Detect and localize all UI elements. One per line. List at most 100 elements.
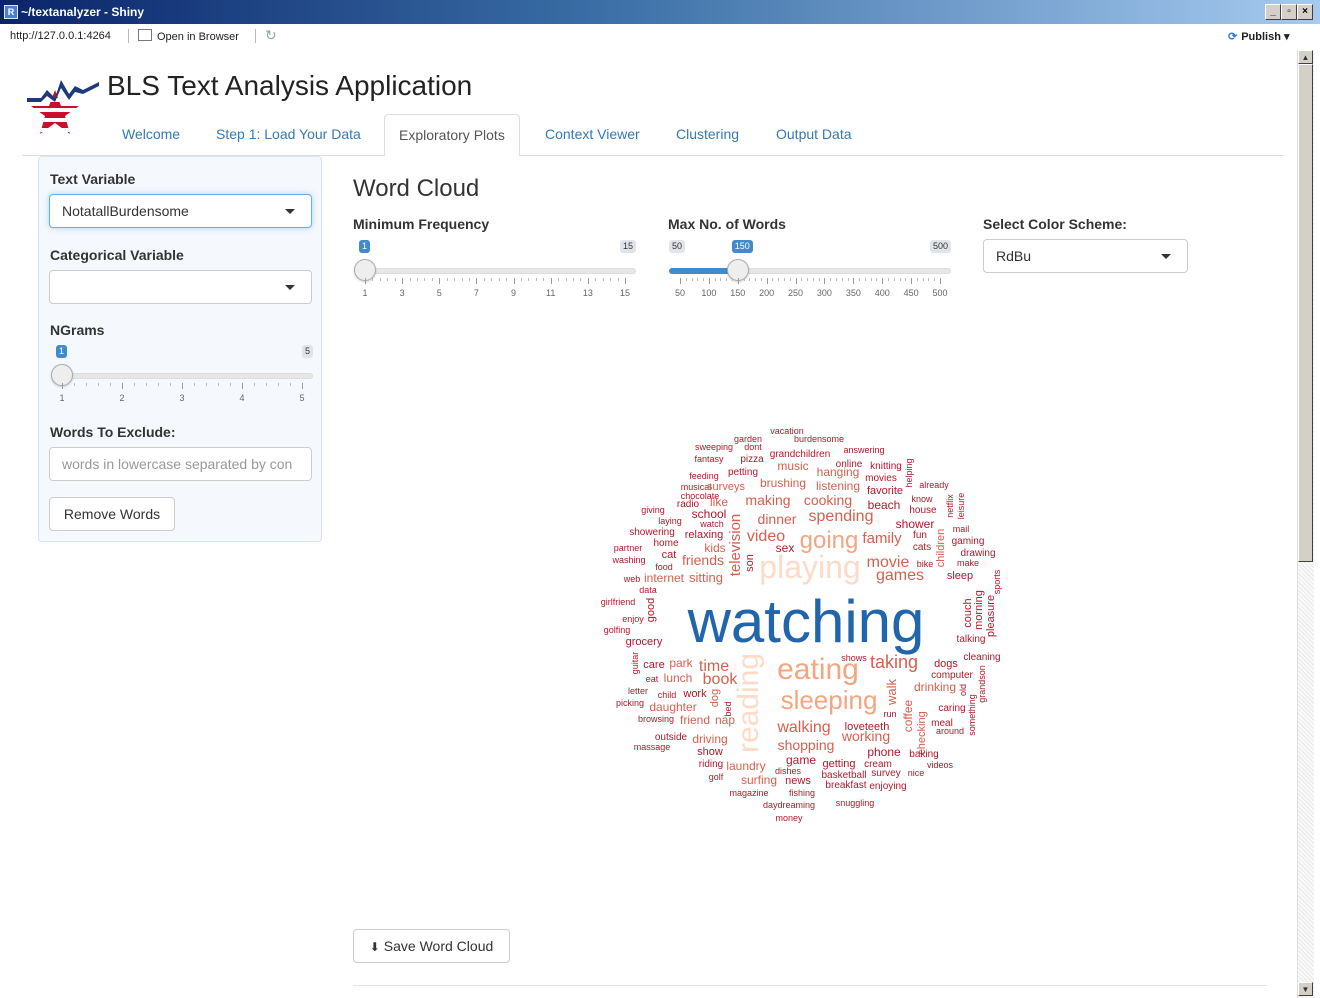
scroll-down-arrow[interactable]: ▼	[1298, 982, 1313, 996]
slider-tick	[882, 278, 884, 284]
ngrams-label: NGrams	[50, 322, 105, 338]
slider-tick	[766, 278, 768, 284]
scroll-up-arrow[interactable]: ▲	[1298, 50, 1313, 64]
refresh-icon[interactable]: ↻	[265, 27, 277, 44]
maximize-button[interactable]: ▫	[1281, 4, 1297, 20]
tab-clustering[interactable]: Clustering	[662, 114, 753, 154]
slider-tick	[587, 278, 589, 284]
slider-minor-tick	[206, 383, 207, 386]
slider-tick-label: 50	[674, 288, 686, 298]
tab-output-data[interactable]: Output Data	[762, 114, 866, 154]
slider-minor-tick	[905, 278, 907, 281]
word-cloud-word: guitar	[630, 652, 640, 675]
slider-tick-label: 100	[701, 288, 717, 298]
window-titlebar: R ~/textanalyzer - Shiny _ ▫ ×	[0, 0, 1320, 24]
slider-value-label: 150	[731, 240, 753, 253]
slider-tick-label: 250	[788, 288, 804, 298]
slider-minor-tick	[469, 278, 470, 281]
word-cloud-word: surfing	[741, 773, 777, 787]
max-words-slider[interactable]: 50 500 150 50 100 150 200 250 300 350 400 450 500	[669, 240, 951, 300]
slider-minor-tick	[760, 278, 762, 281]
slider-tick	[242, 383, 243, 389]
slider-tick	[625, 278, 626, 284]
word-cloud-word: friends	[682, 552, 724, 568]
slider-track	[354, 268, 636, 274]
word-cloud-word: dog	[709, 689, 721, 707]
categorical-variable-select[interactable]	[49, 270, 312, 304]
max-words-label: Max No. of Words	[668, 216, 786, 232]
slider-minor-tick	[772, 278, 774, 281]
slider-minor-tick	[483, 278, 485, 281]
color-scheme-select[interactable]: RdBu	[983, 239, 1188, 273]
slider-minor-tick	[841, 278, 843, 281]
word-cloud-word: already	[919, 480, 949, 490]
slider-tick-label: 2	[119, 393, 125, 403]
word-cloud-word: lunch	[664, 671, 693, 685]
slider-tick	[62, 383, 63, 389]
slider-minor-tick	[454, 278, 456, 281]
slider-minor-tick	[498, 278, 500, 281]
slider-minor-tick	[491, 278, 493, 281]
slider-minor-tick	[807, 278, 809, 281]
slider-minor-tick	[697, 278, 699, 281]
slider-minor-tick	[922, 278, 924, 281]
slider-tick-label: 13	[582, 288, 593, 298]
word-cloud-word: coffee	[901, 699, 915, 732]
slider-tick-label: 400	[874, 288, 890, 298]
vertical-scrollbar[interactable]: ▲ ▼	[1297, 50, 1314, 998]
word-cloud-word: sitting	[689, 570, 723, 585]
slider-value-label: 1	[56, 345, 68, 358]
slider-minor-tick	[394, 278, 396, 281]
word-cloud-word: giving	[641, 505, 665, 515]
slider-minor-tick	[870, 278, 872, 281]
save-word-cloud-button[interactable]: ⬇ Save Word Cloud	[353, 929, 510, 963]
main-tabs: Welcome Step 1: Load Your Data Explorato…	[22, 114, 1283, 156]
slider-tick	[737, 278, 739, 284]
slider-track	[51, 373, 313, 379]
slider-max-label: 500	[929, 240, 951, 253]
word-cloud-word: petting	[728, 467, 758, 478]
color-scheme-value: RdBu	[996, 248, 1032, 264]
slider-minor-tick	[535, 278, 537, 281]
word-cloud-word: baking	[909, 749, 938, 760]
word-cloud-word: mail	[953, 524, 970, 534]
word-cloud-word: caring	[938, 703, 965, 714]
slider-minor-tick	[379, 278, 381, 281]
scroll-thumb[interactable]	[1298, 64, 1313, 562]
remove-words-button[interactable]: Remove Words	[49, 497, 175, 531]
browser-icon	[138, 29, 152, 41]
word-cloud-word: child	[658, 690, 677, 700]
publish-button[interactable]: ⟳ Publish ▾	[1228, 30, 1290, 43]
slider-tick	[182, 383, 183, 389]
slider-minor-tick	[876, 278, 878, 281]
slider-minor-tick	[789, 278, 791, 281]
word-cloud-word: music	[777, 459, 808, 473]
slider-minor-tick	[580, 278, 582, 281]
close-button[interactable]: ×	[1297, 4, 1313, 20]
word-cloud: vacationgarden burdensomesweeping dont answ…	[601, 426, 1002, 823]
word-cloud-word: enjoy	[622, 614, 644, 624]
exclude-words-input[interactable]: words in lowercase separated by con	[49, 447, 312, 481]
tab-context-viewer[interactable]: Context Viewer	[531, 114, 654, 154]
tab-welcome[interactable]: Welcome	[108, 114, 194, 154]
word-cloud-word: web	[623, 574, 641, 584]
open-in-browser-button[interactable]: Open in Browser	[138, 29, 239, 43]
slider-minor-tick	[703, 278, 705, 281]
publish-label: Publish	[1241, 31, 1281, 43]
word-cloud-word: taking	[870, 652, 918, 672]
tab-exploratory-plots[interactable]: Exploratory Plots	[384, 114, 520, 156]
word-cloud-word: netflix	[945, 494, 955, 518]
word-cloud-word: nap	[715, 713, 735, 727]
tab-load-data[interactable]: Step 1: Load Your Data	[202, 114, 375, 154]
text-variable-select[interactable]: NotatallBurdensome	[49, 194, 312, 228]
slider-minor-tick	[928, 278, 930, 281]
word-cloud-word: videos	[927, 760, 954, 770]
word-cloud-word: work	[682, 688, 707, 700]
word-cloud-word: park	[669, 656, 693, 670]
slider-tick-label: 15	[619, 288, 631, 298]
min-frequency-slider[interactable]: 1 15 1 13579111315	[354, 240, 636, 300]
minimize-button[interactable]: _	[1265, 4, 1281, 20]
ngrams-slider[interactable]: 1 5 1 1 2 3 4 5	[51, 345, 313, 405]
word-cloud-word: eating	[777, 653, 859, 686]
slider-tick	[402, 278, 404, 284]
